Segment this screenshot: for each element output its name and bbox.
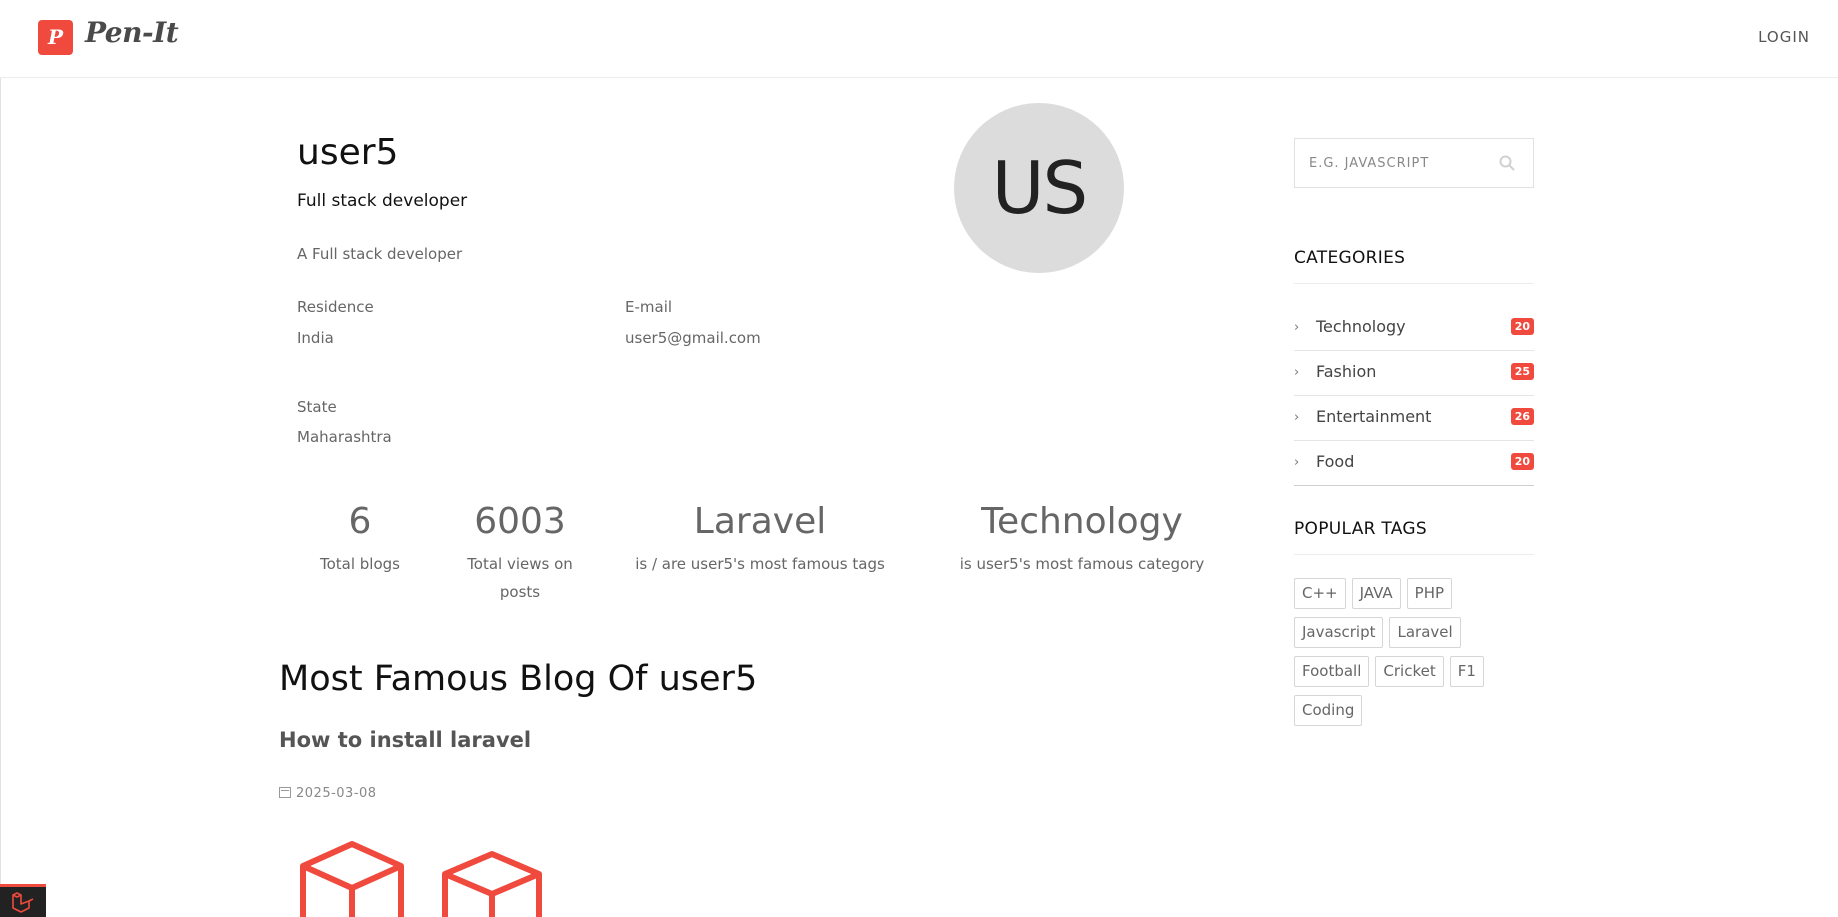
tag-cricket[interactable]: Cricket xyxy=(1375,656,1444,687)
tag-football[interactable]: Football xyxy=(1294,656,1370,687)
stat-famous-category-label: is user5's most famous category xyxy=(959,555,1205,573)
stat-famous-tag: Laravel is / are user5's most famous tag… xyxy=(630,500,890,578)
top-navbar: P Pen-It LOGIN xyxy=(0,0,1838,78)
category-item-fashion[interactable]: › Fashion 25 xyxy=(1294,351,1534,396)
residence-value: India xyxy=(297,329,334,347)
stat-famous-tag-value: Laravel xyxy=(693,501,827,542)
stat-total-blogs-value: 6 xyxy=(348,501,372,542)
search-input[interactable] xyxy=(1295,139,1495,187)
categories-divider xyxy=(1294,283,1534,284)
category-item-food[interactable]: › Food 20 xyxy=(1294,441,1534,486)
popular-tags-divider xyxy=(1294,554,1534,555)
stat-famous-category: Technology is user5's most famous catego… xyxy=(952,500,1212,578)
sidebar-search xyxy=(1294,138,1534,188)
profile-username: user5 xyxy=(297,132,399,173)
laravel-logo-icon xyxy=(12,892,34,913)
profile-role: Full stack developer xyxy=(297,191,468,211)
categories-heading: CATEGORIES xyxy=(1294,248,1406,268)
debugbar-toggle[interactable] xyxy=(0,884,46,917)
tag-javascript[interactable]: Javascript xyxy=(1294,617,1384,648)
tag-laravel[interactable]: Laravel xyxy=(1389,617,1461,648)
famous-blog-image[interactable] xyxy=(279,832,579,917)
chevron-right-icon: › xyxy=(1294,365,1300,380)
login-link[interactable]: LOGIN xyxy=(1758,28,1810,46)
stat-total-views-value: 6003 xyxy=(474,501,566,542)
stat-famous-category-value: Technology xyxy=(981,501,1183,542)
category-item-entertainment[interactable]: › Entertainment 26 xyxy=(1294,396,1534,441)
popular-tags-heading: POPULAR TAGS xyxy=(1294,519,1427,539)
calendar-icon xyxy=(279,787,291,798)
famous-blog-title-link[interactable]: How to install laravel xyxy=(279,728,531,752)
category-count-badge: 25 xyxy=(1510,363,1534,380)
state-value: Maharashtra xyxy=(297,428,392,446)
category-count-badge: 20 xyxy=(1510,453,1534,470)
stat-total-views: 6003 Total views on posts xyxy=(455,500,585,606)
popular-tags-list: C++ JAVA PHP Javascript Laravel Football Cri… xyxy=(1294,578,1544,734)
residence-label: Residence xyxy=(297,298,374,316)
email-label: E-mail xyxy=(625,298,673,316)
tag-php[interactable]: PHP xyxy=(1406,578,1453,609)
profile-avatar: US xyxy=(954,103,1124,273)
page-left-border xyxy=(0,0,1,917)
tag-f1[interactable]: F1 xyxy=(1449,656,1484,687)
chevron-right-icon: › xyxy=(1294,410,1300,425)
category-label: Fashion xyxy=(1316,362,1377,381)
stat-total-blogs-label: Total blogs xyxy=(319,555,400,573)
famous-blog-date: 2025-03-08 xyxy=(279,786,377,801)
tag-java[interactable]: JAVA xyxy=(1351,578,1401,609)
category-count-badge: 20 xyxy=(1510,318,1534,335)
search-icon[interactable] xyxy=(1499,155,1515,171)
email-value: user5@gmail.com xyxy=(625,329,761,347)
category-item-technology[interactable]: › Technology 20 xyxy=(1294,306,1534,351)
site-logo-text[interactable]: Pen-It xyxy=(85,16,179,49)
famous-blog-heading: Most Famous Blog Of user5 xyxy=(279,659,758,699)
state-label: State xyxy=(297,398,337,416)
profile-bio: A Full stack developer xyxy=(297,245,463,263)
tag-coding[interactable]: Coding xyxy=(1294,695,1363,726)
famous-blog-date-text: 2025-03-08 xyxy=(296,786,377,801)
stat-total-views-label: Total views on posts xyxy=(467,555,573,601)
chevron-right-icon: › xyxy=(1294,320,1300,335)
chevron-right-icon: › xyxy=(1294,455,1300,470)
category-label: Technology xyxy=(1316,317,1406,336)
stat-famous-tag-label: is / are user5's most famous tags xyxy=(635,555,885,573)
laravel-logo-icon xyxy=(300,841,542,917)
stat-total-blogs: 6 Total blogs xyxy=(300,500,420,578)
logo-badge-icon[interactable]: P xyxy=(38,20,73,55)
category-label: Food xyxy=(1316,452,1355,471)
tag-cpp[interactable]: C++ xyxy=(1294,578,1346,609)
category-count-badge: 26 xyxy=(1510,408,1534,425)
category-label: Entertainment xyxy=(1316,407,1432,426)
